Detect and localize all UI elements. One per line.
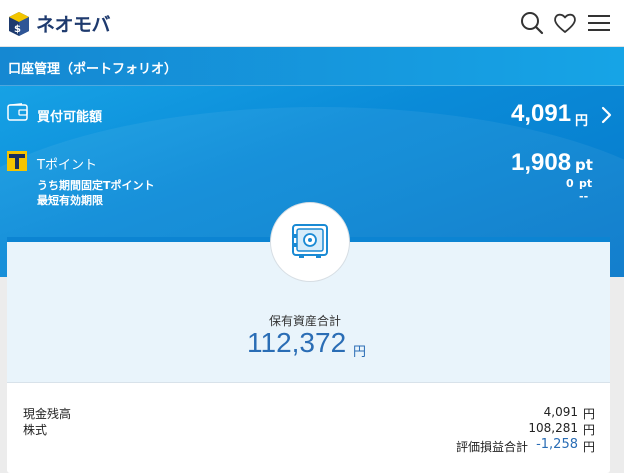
tpoint-label: Tポイント [37,158,97,173]
buying-power-label: 買付可能額 [37,110,103,125]
unrealized-pl-unit: 円 [583,440,596,454]
page-title-bar: 口座管理（ポートフォリオ） [0,47,624,86]
svg-text:$: $ [14,24,21,35]
fixed-tpoint-unit: pt [579,177,593,190]
buying-power-amount: 4,091 [511,100,572,127]
total-assets-unit: 円 [353,345,367,360]
cash-balance-unit: 円 [583,407,596,421]
stocks-label: 株式 [23,423,48,437]
search-icon[interactable] [519,10,545,36]
tpoint-amount: 1,908 [511,149,572,176]
unrealized-pl-value: -1,258 [536,437,578,452]
neomoba-logo-icon: $ [9,11,29,36]
heart-icon[interactable] [552,10,578,36]
menu-icon[interactable] [586,10,612,36]
fixed-tpoint-value: 0 [566,177,574,190]
expiry-value: -- [579,190,589,203]
neomoba-logo[interactable]: $ ネオモバ [8,10,111,37]
cash-balance-value: 4,091 [543,405,578,419]
unrealized-pl-label: 評価損益合計 [456,440,529,454]
stocks-value: 108,281 [528,421,578,435]
app-header: $ ネオモバ [0,0,624,47]
buying-power-unit: 円 [575,114,589,129]
total-assets-amount: 112,372 [247,327,347,358]
page-title: 口座管理（ポートフォリオ） [8,62,178,77]
safe-icon [292,224,328,258]
fixed-tpoint-label: うち期間固定Tポイント [37,179,155,192]
cash-balance-label: 現金残高 [23,407,72,421]
logo-text: ネオモバ [36,14,111,36]
wallet-icon [7,103,28,121]
tpoint-logo-icon [7,151,27,171]
expiry-label: 最短有効期限 [37,194,103,207]
stocks-unit: 円 [583,423,596,437]
chevron-right-icon[interactable] [600,106,612,124]
safe-icon-badge [270,202,350,282]
tpoint-unit: pt [575,156,593,174]
